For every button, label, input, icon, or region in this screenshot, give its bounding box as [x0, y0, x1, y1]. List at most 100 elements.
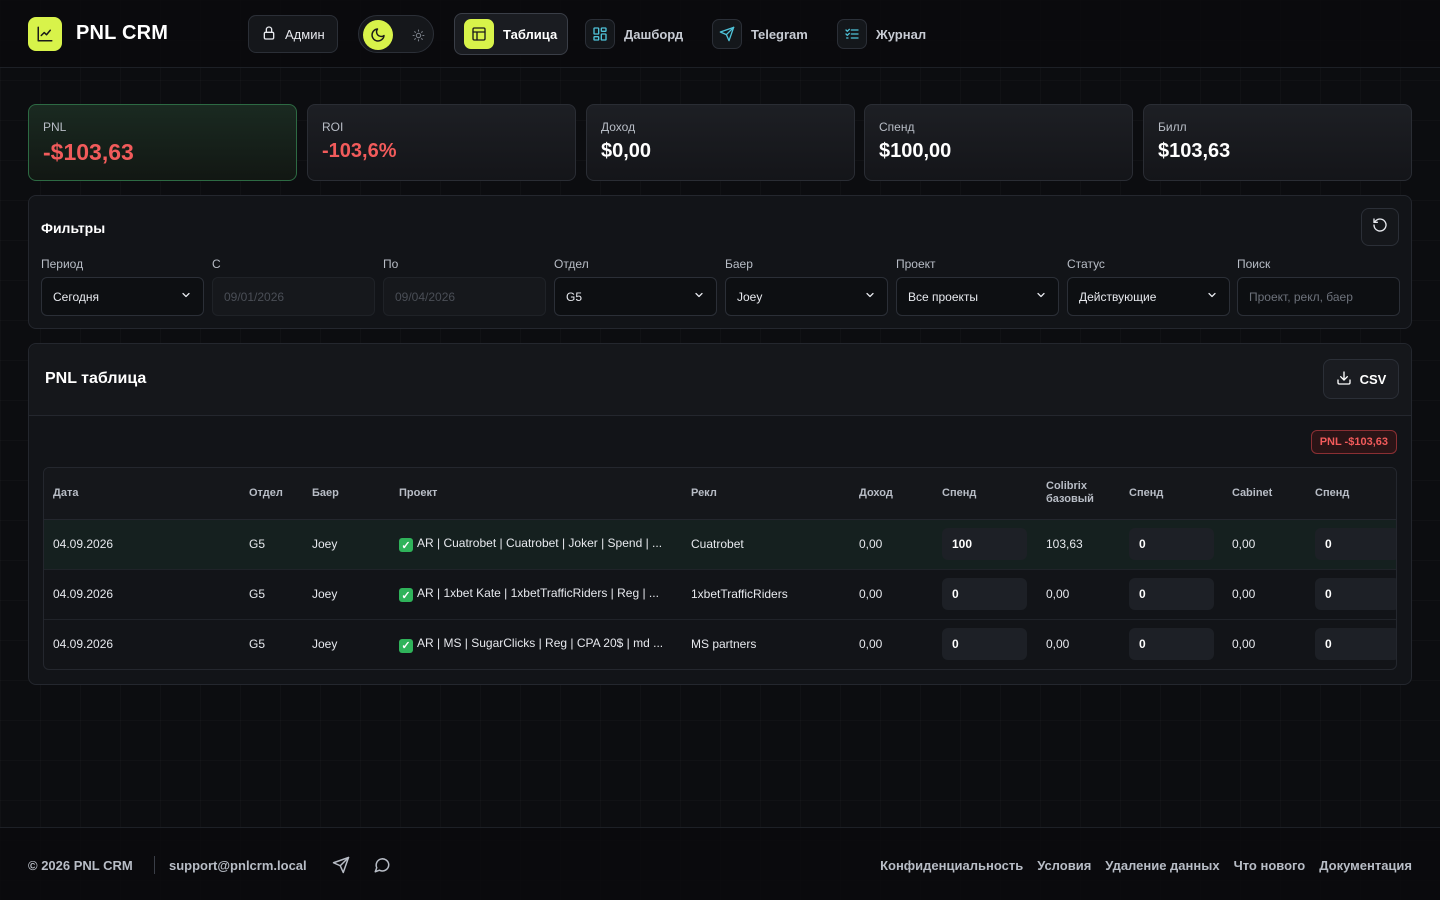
stat-card-income: Доход $0,00	[586, 104, 855, 181]
filter-search: Поиск Проект, рекл, баер	[1237, 257, 1400, 316]
filter-project: Проект Все проекты	[896, 257, 1059, 316]
stat-value: -103,6%	[322, 140, 397, 162]
stat-label: Спенд	[879, 120, 915, 134]
stat-label: PNL	[43, 120, 67, 134]
nav-table[interactable]: Таблица	[454, 13, 569, 55]
filter-label: С	[212, 257, 221, 271]
filter-label: Отдел	[554, 257, 589, 271]
stat-value: $103,63	[1158, 140, 1231, 162]
reset-filters-button[interactable]	[1361, 208, 1399, 246]
telegram-icon	[712, 19, 742, 49]
buyer-select[interactable]: Joey	[725, 277, 888, 316]
select-value: Сегодня	[53, 289, 99, 304]
cell-date: 04.09.2026	[44, 519, 240, 570]
chevron-down-icon	[180, 289, 192, 304]
chevron-down-icon	[1206, 289, 1218, 304]
csv-export-button[interactable]: CSV	[1323, 359, 1399, 399]
spend-input[interactable]: 0	[1315, 528, 1396, 560]
nav-telegram[interactable]: Telegram	[703, 13, 818, 55]
cell-buyer: Joey	[312, 637, 338, 652]
footer-link-docs[interactable]: Документация	[1319, 858, 1412, 873]
spend-input[interactable]: 0	[942, 578, 1027, 610]
admin-button[interactable]: Админ	[248, 15, 338, 53]
date-to-field[interactable]: 09/04/2026	[383, 277, 546, 316]
filter-label: Поиск	[1237, 257, 1271, 271]
spend-input[interactable]: 0	[1129, 628, 1214, 661]
column-header[interactable]: Спенд	[933, 468, 1037, 520]
period-select[interactable]: Сегодня	[41, 277, 204, 316]
stat-label: Доход	[601, 120, 636, 134]
nav-table-label: Таблица	[503, 26, 558, 42]
cell-spend: 0	[1120, 569, 1223, 620]
nav-journal[interactable]: Журнал	[828, 13, 936, 55]
status-select[interactable]: Действующие	[1067, 277, 1230, 316]
filter-label: Статус	[1067, 257, 1105, 271]
chevron-down-icon	[693, 289, 705, 304]
column-header[interactable]: Colibrix базовый	[1037, 468, 1120, 520]
filter-from: С 09/01/2026	[212, 257, 375, 316]
table-row[interactable]: 04.09.2026 G5 Joey ✓ AR | Cuatrobet | Cua…	[44, 519, 1396, 570]
date-from-field[interactable]: 09/01/2026	[212, 277, 375, 316]
cell-colibrix: 0,00	[1046, 637, 1070, 652]
column-header[interactable]: Проект	[390, 468, 682, 520]
pnl-table-panel: PNL таблица CSV PNL -$103,63 Дата Отдел …	[28, 343, 1412, 685]
filter-department: Отдел G5	[554, 257, 717, 316]
column-header[interactable]: Спенд	[1120, 468, 1223, 520]
spend-input[interactable]: 0	[1129, 528, 1214, 560]
sun-icon[interactable]	[403, 20, 433, 50]
column-header[interactable]: Спенд	[1306, 468, 1396, 520]
nav-journal-label: Журнал	[876, 26, 927, 42]
spend-input[interactable]: 0	[1315, 578, 1396, 610]
cell-dept: G5	[240, 569, 303, 620]
footer-link-privacy[interactable]: Конфиденциальность	[880, 858, 1023, 873]
cell-project: ✓ AR | Cuatrobet | Cuatrobet | Joker | Sp…	[390, 519, 682, 570]
spend-input[interactable]: 100	[942, 528, 1027, 560]
cell-date: 04.09.2026	[53, 637, 114, 652]
cell-dept: G5	[249, 637, 266, 652]
check-icon: ✓	[399, 588, 413, 603]
check-icon: ✓	[399, 638, 413, 653]
logo-chart-icon	[28, 17, 62, 51]
chat-icon[interactable]	[373, 856, 391, 874]
spend-input[interactable]: 0	[942, 628, 1027, 661]
column-header[interactable]: Cabinet	[1223, 468, 1306, 520]
table-header-row: Дата Отдел Баер Проект Рекл Доход Спенд …	[44, 468, 1396, 520]
spend-input[interactable]: 0	[1129, 578, 1214, 610]
filter-to: По 09/04/2026	[383, 257, 546, 316]
department-select[interactable]: G5	[554, 277, 717, 316]
cell-project: ✓ AR | MS | SugarClicks | Reg | CPA 20$ |…	[390, 619, 682, 669]
nav-dashboard[interactable]: Дашборд	[576, 13, 693, 55]
filter-label: Баер	[725, 257, 753, 271]
stat-value: $0,00	[601, 140, 652, 162]
column-header[interactable]: Рекл	[682, 468, 850, 520]
table-row[interactable]: 04.09.2026 G5 Joey ✓ AR | MS | SugarClick…	[44, 619, 1396, 669]
project-select[interactable]: Все проекты	[896, 277, 1059, 316]
select-value: Joey	[737, 289, 763, 304]
moon-icon[interactable]	[363, 20, 393, 50]
footer-link-whats-new[interactable]: Что нового	[1234, 858, 1306, 873]
filter-label: По	[383, 257, 399, 271]
telegram-icon[interactable]	[332, 856, 350, 874]
footer-link-data-deletion[interactable]: Удаление данных	[1105, 858, 1219, 873]
cell-adv: 1xbetTrafficRiders	[682, 569, 850, 620]
table-row[interactable]: 04.09.2026 G5 Joey ✓ AR | 1xbet Kate | 1x…	[44, 569, 1396, 620]
cell-spend: 0	[933, 569, 1037, 620]
column-header[interactable]: Доход	[850, 468, 933, 520]
nav-dashboard-label: Дашборд	[624, 26, 684, 42]
cell-spend: 0	[1120, 619, 1223, 669]
search-input[interactable]: Проект, рекл, баер	[1237, 277, 1400, 316]
support-email-link[interactable]: support@pnlcrm.local	[169, 858, 307, 873]
cell-income: 0,00	[850, 519, 933, 570]
theme-toggle[interactable]	[358, 15, 434, 53]
stat-card-bill: Билл $103,63	[1143, 104, 1412, 181]
column-header[interactable]: Баер	[303, 468, 390, 520]
column-header[interactable]: Дата	[44, 468, 240, 520]
stat-label: ROI	[322, 120, 344, 134]
cell-colibrix: 0,00	[1037, 569, 1120, 620]
footer-link-terms[interactable]: Условия	[1037, 858, 1091, 873]
check-icon: ✓	[399, 538, 413, 553]
download-icon	[1336, 370, 1352, 389]
spend-input[interactable]: 0	[1315, 628, 1396, 661]
stat-value: $100,00	[879, 140, 952, 162]
column-header[interactable]: Отдел	[240, 468, 303, 520]
